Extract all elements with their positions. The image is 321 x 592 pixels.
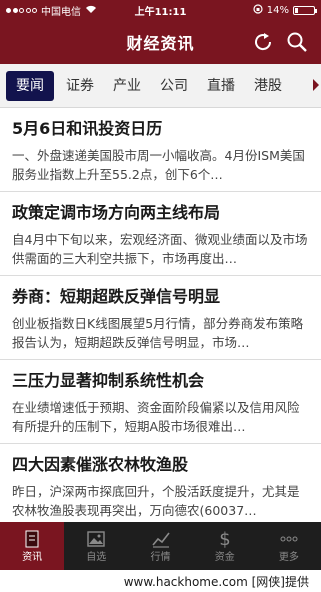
tab-gongsi[interactable]: 公司 xyxy=(153,71,195,101)
battery-icon xyxy=(293,5,317,15)
app-header: 财经资讯 xyxy=(0,20,321,64)
nav-label: 资讯 xyxy=(22,552,43,563)
watermark-text: www.hackhome.com [网侠]提供 xyxy=(0,570,321,592)
nav-market[interactable]: 行情 xyxy=(128,522,192,570)
nav-label: 更多 xyxy=(278,552,299,563)
refresh-icon[interactable] xyxy=(251,30,275,54)
news-title: 四大因素催涨农林牧渔股 xyxy=(12,455,189,474)
nav-label: 资金 xyxy=(214,552,235,563)
news-summary: 自4月中下旬以来，宏观经济面、微观业绩面以及市场供需面的三大利空共振下，市场再度… xyxy=(12,232,308,266)
news-list: 5月6日和讯投资日历 一、外盘速递美国股市周一小幅收高。4月份ISM美国服务业指… xyxy=(0,108,321,522)
orientation-lock-icon xyxy=(253,3,263,17)
news-summary: 一、外盘速递美国股市周一小幅收高。4月份ISM美国服务业指数上升至55.2点，创… xyxy=(12,148,305,182)
page-title: 财经资讯 xyxy=(126,34,195,53)
news-item[interactable]: 四大因素催涨农林牧渔股 昨日，沪深两市探底回升，个股活跃度提升，尤其是农林牧渔股… xyxy=(0,444,321,522)
news-title: 三压力显著抑制系统性机会 xyxy=(12,371,205,390)
status-time: 上午11:11 xyxy=(134,6,187,18)
svg-text:$: $ xyxy=(219,529,230,550)
wifi-icon xyxy=(85,4,97,17)
bottom-tab-bar: 资讯 自选 行情 $ 资金 更多 xyxy=(0,522,321,570)
picture-icon xyxy=(87,531,105,547)
news-title: 政策定调市场方向两主线布局 xyxy=(12,203,221,222)
carrier-name: 中国电信 xyxy=(41,6,81,18)
news-item[interactable]: 政策定调市场方向两主线布局 自4月中下旬以来，宏观经济面、微观业绩面以及市场供需… xyxy=(0,192,321,276)
nav-news[interactable]: 资讯 xyxy=(0,522,65,570)
news-summary: 在业绩增速低于预期、资金面阶段偏紧以及信用风险有所提升的压制下，短期A股市场很难… xyxy=(12,400,300,434)
nav-more[interactable]: 更多 xyxy=(257,522,321,570)
tab-ganggu[interactable]: 港股 xyxy=(247,71,289,101)
dollar-icon: $ xyxy=(219,529,230,550)
tab-chanye[interactable]: 产业 xyxy=(106,71,148,101)
category-tabs: 要闻 证券 产业 公司 直播 港股 xyxy=(0,64,321,108)
nav-label: 自选 xyxy=(86,552,107,563)
news-summary: 创业板指数日K线图展望5月行情，部分券商发布策略报告认为，短期超跌反弹信号明显，… xyxy=(12,316,304,350)
news-title: 券商：短期超跌反弹信号明显 xyxy=(12,287,221,306)
more-icon xyxy=(280,536,298,542)
chart-icon xyxy=(151,532,170,548)
news-item[interactable]: 5月6日和讯投资日历 一、外盘速递美国股市周一小幅收高。4月份ISM美国服务业指… xyxy=(0,108,321,192)
tab-yaowen[interactable]: 要闻 xyxy=(6,70,54,101)
tab-zhibo[interactable]: 直播 xyxy=(200,71,242,101)
news-summary: 昨日，沪深两市探底回升，个股活跃度提升，尤其是农林牧渔股表现再突出，万向德农(6… xyxy=(12,484,300,518)
status-bar: 中国电信 上午11:11 14% xyxy=(0,0,321,20)
news-title: 5月6日和讯投资日历 xyxy=(12,119,163,138)
news-item[interactable]: 三压力显著抑制系统性机会 在业绩增速低于预期、资金面阶段偏紧以及信用风险有所提升… xyxy=(0,360,321,444)
battery-percent: 14% xyxy=(266,4,289,16)
signal-strength-icon xyxy=(6,7,37,13)
news-icon xyxy=(25,530,39,548)
search-icon[interactable] xyxy=(285,30,309,54)
news-item[interactable]: 券商：短期超跌反弹信号明显 创业板指数日K线图展望5月行情，部分券商发布策略报告… xyxy=(0,276,321,360)
tab-zhengquan[interactable]: 证券 xyxy=(59,71,101,101)
tabs-scroll-right-icon[interactable] xyxy=(313,79,319,91)
nav-watchlist[interactable]: 自选 xyxy=(64,522,128,570)
nav-label: 行情 xyxy=(150,552,171,563)
nav-funds[interactable]: $ 资金 xyxy=(193,522,257,570)
